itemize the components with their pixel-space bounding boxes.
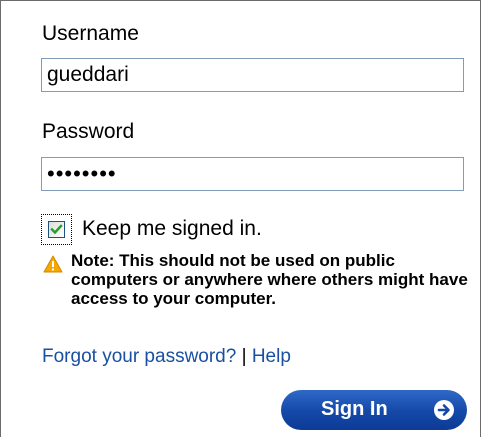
login-panel: Username Password Keep me signed in. Not… <box>0 0 481 437</box>
username-input[interactable] <box>41 58 464 92</box>
help-link[interactable]: Help <box>252 346 291 367</box>
keep-signed-in-checkbox-focus[interactable] <box>41 214 72 245</box>
arrow-right-circle-icon <box>434 400 454 420</box>
password-input[interactable] <box>41 157 464 191</box>
warning-icon <box>43 255 63 273</box>
checkmark-icon <box>50 224 63 235</box>
forgot-password-link[interactable]: Forgot your password? <box>42 346 236 367</box>
password-label: Password <box>42 120 135 143</box>
keep-signed-in-checkbox[interactable] <box>48 221 65 238</box>
sign-in-label: Sign In <box>321 398 388 420</box>
link-separator: | <box>241 346 247 367</box>
sign-in-button[interactable]: Sign In <box>281 390 467 430</box>
help-links: Forgot your password? | Help <box>42 346 291 368</box>
security-note: Note: This should not be used on public … <box>71 251 468 308</box>
username-label: Username <box>42 22 139 45</box>
keep-signed-in-label[interactable]: Keep me signed in. <box>82 217 262 241</box>
